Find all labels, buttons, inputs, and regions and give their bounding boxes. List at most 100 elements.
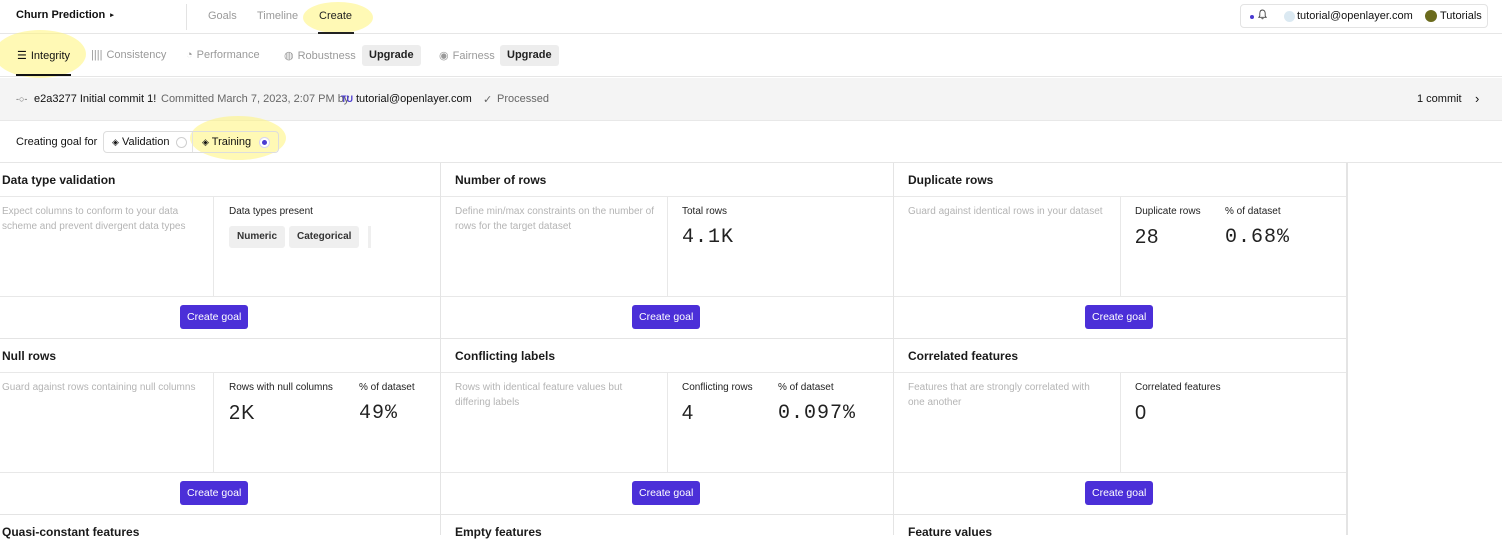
commit-hash-message[interactable]: e2a3277 Initial commit 1! [34, 93, 156, 105]
commit-icon: -○- [16, 94, 28, 104]
create-goal-button[interactable]: Create goal [632, 481, 701, 505]
tab-goals[interactable]: Goals [208, 10, 237, 22]
commit-bar: -○- e2a3277 Initial commit 1! Committed … [0, 78, 1502, 121]
metric-label: Correlated features [1135, 382, 1221, 393]
create-goal-button[interactable]: Create goal [632, 305, 701, 329]
commit-author: tutorial@openlayer.com [356, 93, 472, 105]
notification-dot [1250, 15, 1254, 19]
metric-label: Duplicate rows [1135, 206, 1201, 217]
divider [667, 372, 668, 472]
upgrade-button[interactable]: Upgrade [500, 45, 559, 66]
divider [0, 372, 440, 373]
divider [192, 132, 193, 152]
chevron-right-icon[interactable]: › [1475, 91, 1479, 106]
card-conflicting-labels: Conflicting labels Rows with identical f… [441, 339, 894, 515]
pct-value: 0.097% [778, 402, 857, 425]
type-chip: Numeric [229, 226, 286, 248]
pct-label: % of dataset [1225, 206, 1281, 217]
metric-label: Conflicting rows [682, 382, 753, 393]
divider [1120, 372, 1121, 472]
card-title: Quasi-constant features [2, 525, 140, 539]
card-correlated-features: Correlated features Features that are st… [894, 339, 1347, 515]
card-title: Empty features [455, 525, 542, 539]
type-chip-overflow [368, 226, 371, 248]
tab-fairness[interactable]: ◉ Fairness [439, 49, 495, 62]
metric-value: 4.1K [682, 226, 735, 249]
validation-label: Validation [121, 136, 170, 148]
card-description: Guard against identical rows in your dat… [908, 206, 1103, 217]
divider [0, 472, 440, 473]
user-avatar [1284, 11, 1295, 22]
card-description: Features that are strongly correlated wi… [908, 382, 1090, 408]
commit-status: Processed [497, 93, 549, 105]
card-title: Feature values [908, 525, 993, 539]
author-avatar: TU [341, 94, 353, 104]
test-category-tabs: ☰ Integrity |||| Consistency ◔ Performance … [0, 30, 1502, 78]
tab-performance[interactable]: ◔ Performance [186, 49, 260, 61]
training-label: Training [211, 136, 252, 148]
pct-value: 0.68% [1225, 226, 1291, 249]
tab-create[interactable]: Create [319, 10, 352, 22]
divider [667, 196, 668, 296]
tab-integrity-label: Integrity [30, 50, 71, 62]
goal-dataset-row: Creating goal for ◈ Validation ◈ Trainin… [0, 116, 1502, 163]
commit-date: Committed March 7, 2023, 2:07 PM by [161, 93, 350, 105]
card-feature-values: Feature values [894, 515, 1347, 539]
tab-timeline[interactable]: Timeline [257, 10, 298, 22]
card-empty-features: Empty features [441, 515, 894, 539]
robustness-icon: ◍ [284, 50, 294, 62]
tab-fairness-label: Fairness [452, 50, 495, 62]
metric-value: 4 [682, 402, 695, 424]
training-option[interactable]: ◈ Training [202, 136, 251, 148]
divider [186, 4, 187, 30]
card-title: Conflicting labels [455, 349, 556, 363]
layers-icon: ◈ [202, 137, 209, 147]
card-duplicate-rows: Duplicate rows Guard against identical r… [894, 163, 1347, 339]
card-description: Define min/max constraints on the number… [455, 206, 654, 232]
active-tab-underline [16, 74, 71, 76]
validation-radio[interactable] [176, 137, 187, 148]
tab-robustness-label: Robustness [297, 50, 356, 62]
tutorials-link[interactable]: Tutorials [1440, 10, 1482, 22]
project-name: Churn Prediction [16, 9, 106, 21]
dataset-selector: ◈ Validation ◈ Training [103, 131, 279, 153]
project-selector[interactable]: Churn Prediction ▸ [16, 9, 114, 21]
fairness-icon: ◉ [439, 50, 449, 62]
card-number-of-rows: Number of rows Define min/max constraint… [441, 163, 894, 339]
create-goal-button[interactable]: Create goal [180, 305, 249, 329]
training-radio[interactable] [259, 137, 270, 148]
pct-value: 49% [359, 402, 399, 425]
tab-robustness[interactable]: ◍ Robustness [284, 49, 356, 62]
metric-value: 2K [229, 402, 256, 424]
goal-for-label: Creating goal for [16, 136, 98, 148]
tab-consistency[interactable]: |||| Consistency [91, 49, 166, 61]
create-goal-button[interactable]: Create goal [180, 481, 249, 505]
metric-value: 0 [1135, 402, 1148, 424]
card-title: Correlated features [908, 349, 1019, 363]
validation-option[interactable]: ◈ Validation [112, 136, 169, 148]
user-email[interactable]: tutorial@openlayer.com [1297, 10, 1413, 22]
top-bar: Churn Prediction ▸ Goals Timeline Create … [0, 0, 1502, 34]
card-description: Guard against rows containing null colum… [2, 382, 196, 393]
commit-count[interactable]: 1 commit [1417, 93, 1462, 105]
pct-label: % of dataset [778, 382, 834, 393]
divider [894, 472, 1346, 473]
metric-value: 28 [1135, 226, 1160, 248]
tab-integrity[interactable]: ☰ Integrity [17, 49, 70, 62]
create-goal-button[interactable]: Create goal [1085, 305, 1154, 329]
card-data-type-validation: Data type validation Expect columns to c… [0, 163, 441, 339]
divider [1120, 196, 1121, 296]
card-description: Expect columns to conform to your data s… [2, 206, 186, 232]
metric-label: Data types present [229, 206, 313, 217]
metric-label: Total rows [682, 206, 728, 217]
layers-icon: ◈ [112, 137, 119, 147]
create-goal-button[interactable]: Create goal [1085, 481, 1154, 505]
bars-icon: |||| [91, 49, 103, 61]
bell-icon[interactable] [1257, 9, 1268, 23]
card-title: Null rows [2, 349, 57, 363]
metric-label: Rows with null columns [229, 382, 333, 393]
divider [0, 296, 440, 297]
upgrade-button[interactable]: Upgrade [362, 45, 421, 66]
check-icon: ✓ [483, 94, 493, 106]
divider [441, 472, 893, 473]
